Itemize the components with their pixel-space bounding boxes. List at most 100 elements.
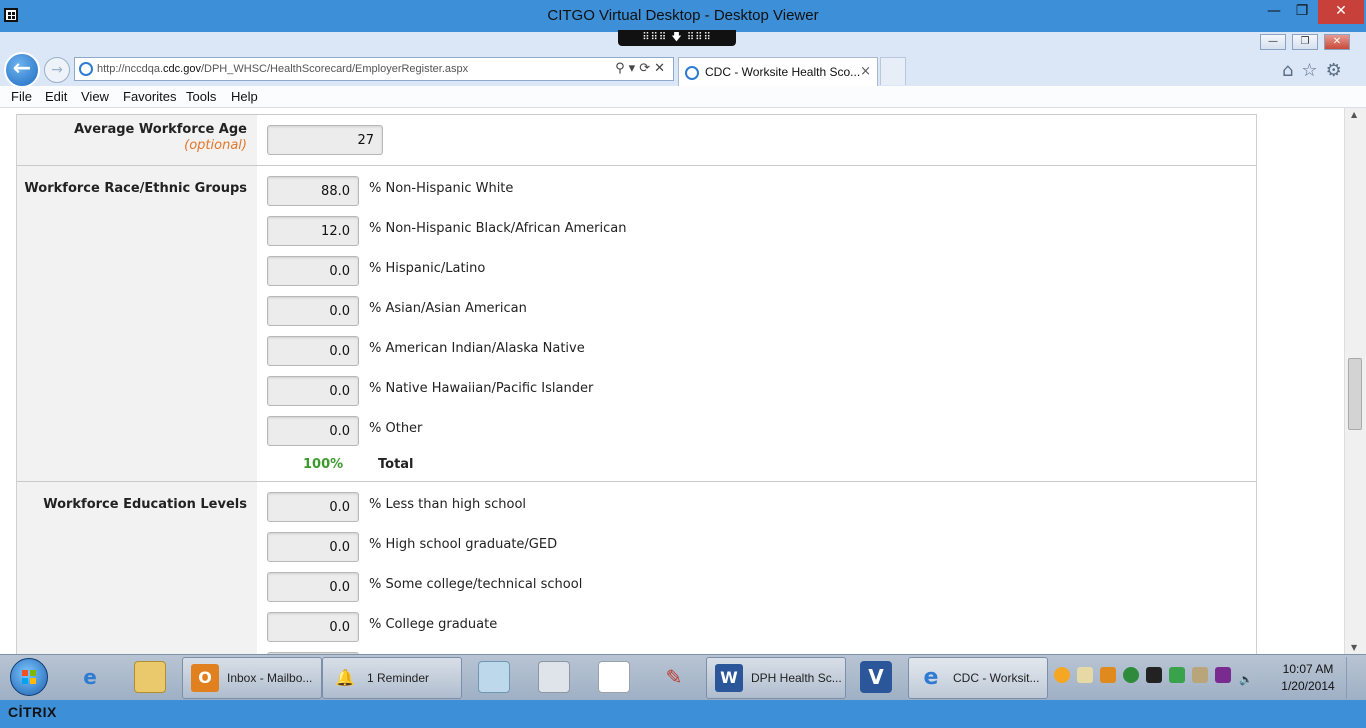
address-bar[interactable]: http://nccdqa.cdc.gov/DPH_WHSC/HealthSco… (74, 57, 674, 81)
menu-edit[interactable]: Edit (45, 89, 67, 104)
race-other-input[interactable]: 0.0 (267, 416, 359, 446)
taskbar-clock[interactable]: 10:07 AM 1/20/2014 (1278, 661, 1338, 695)
ie-page-icon (79, 62, 93, 76)
edu-high-school-input[interactable]: 0.0 (267, 532, 359, 562)
race-asian-input[interactable]: 0.0 (267, 296, 359, 326)
edu-less-than-high-school-label: % Less than high school (369, 497, 527, 512)
race-pacific-islander-input[interactable]: 0.0 (267, 376, 359, 406)
start-button[interactable] (10, 658, 48, 696)
maximize-button[interactable]: ❐ (1288, 0, 1316, 24)
race-hispanic-input[interactable]: 0.0 (267, 256, 359, 286)
page-scrollbar[interactable]: ▲ ▼ (1344, 108, 1366, 654)
window-title: CITGO Virtual Desktop - Desktop Viewer (547, 7, 819, 24)
browser-tab[interactable]: CDC - Worksite Health Sco... × (678, 57, 878, 87)
taskbar-ie-button[interactable]: e CDC - Worksit... (908, 657, 1048, 699)
section-label-cell: Average Workforce Age (optional) (17, 115, 257, 165)
edu-less-than-high-school-input[interactable]: 0.0 (267, 492, 359, 522)
browser-restore-button[interactable]: ❐ (1292, 34, 1318, 50)
menu-bar: File Edit View Favorites Tools Help (0, 86, 1366, 108)
menu-view[interactable]: View (81, 89, 109, 104)
taskbar-word-button[interactable]: W DPH Health Sc... (706, 657, 846, 699)
wifi-tray-icon[interactable] (1146, 667, 1162, 683)
edu-high-school-label: % High school graduate/GED (369, 537, 558, 552)
education-label: Workforce Education Levels (43, 497, 247, 512)
race-white-label: % Non-Hispanic White (369, 181, 514, 196)
volume-icon[interactable]: 🔊 (1238, 672, 1254, 688)
page-content: Average Workforce Age (optional) 27 Work… (0, 108, 1344, 654)
onenote-tray-icon[interactable] (1215, 667, 1231, 683)
menu-favorites[interactable]: Favorites (123, 89, 176, 104)
home-favorites-settings-icons[interactable]: ⌂☆⚙ (1282, 60, 1350, 81)
ie-tab-icon (685, 66, 699, 80)
edu-college-graduate-input[interactable]: 0.0 (267, 612, 359, 642)
outlook-tray-icon[interactable] (1100, 667, 1116, 683)
word-icon: W (715, 664, 743, 692)
new-tab-button[interactable] (880, 57, 906, 85)
scroll-down-arrow-icon[interactable]: ▼ (1351, 643, 1357, 652)
notepad-icon[interactable] (478, 661, 510, 693)
race-total-percent: 100% (303, 457, 344, 472)
visio-icon[interactable]: V (860, 661, 892, 693)
browser-close-button[interactable]: ✕ (1324, 34, 1350, 50)
outlook-icon: O (191, 664, 219, 692)
taskbar-reminder-label: 1 Reminder (367, 671, 430, 685)
taskbar-reminder-button[interactable]: 🔔 1 Reminder (322, 657, 462, 699)
url-text: http://nccdqa.cdc.gov/DPH_WHSC/HealthSco… (97, 63, 469, 75)
sync-tray-icon[interactable] (1123, 667, 1139, 683)
section-average-age: Average Workforce Age (optional) 27 (17, 114, 1256, 166)
clock-date: 1/20/2014 (1281, 679, 1335, 693)
network-tray-icon[interactable] (1192, 667, 1208, 683)
race-pacific-islander-label: % Native Hawaiian/Pacific Islander (369, 381, 594, 396)
citrix-toolbar-grip[interactable]: ⠿⠿⠿ 🡇 ⠿⠿⠿ (618, 30, 736, 46)
average-age-label: Average Workforce Age (74, 122, 247, 137)
race-american-indian-input[interactable]: 0.0 (267, 336, 359, 366)
menu-help[interactable]: Help (231, 89, 258, 104)
ie-task-icon: e (923, 665, 939, 690)
optional-note: (optional) (184, 138, 247, 153)
race-white-input[interactable]: 88.0 (267, 176, 359, 206)
calculator-icon[interactable] (538, 661, 570, 693)
edu-college-graduate-label: % College graduate (369, 617, 498, 632)
section-label-cell: Workforce Education Levels (17, 482, 257, 654)
citrix-title-bar: CITGO Virtual Desktop - Desktop Viewer —… (0, 0, 1366, 32)
scroll-up-arrow-icon[interactable]: ▲ (1351, 110, 1357, 119)
check-tray-icon[interactable] (1169, 667, 1185, 683)
employer-form: Average Workforce Age (optional) 27 Work… (16, 114, 1257, 654)
document-icon[interactable] (598, 661, 630, 693)
menu-tools[interactable]: Tools (186, 89, 216, 104)
close-button[interactable]: ✕ (1318, 0, 1364, 24)
bell-icon: 🔔 (335, 668, 355, 687)
section-education: Workforce Education Levels 0.0 % Less th… (17, 482, 1256, 654)
menu-file[interactable]: File (11, 89, 32, 104)
race-american-indian-label: % American Indian/Alaska Native (369, 341, 585, 356)
clock-time: 10:07 AM (1282, 662, 1334, 676)
explorer-icon[interactable] (134, 661, 166, 693)
taskbar-word-label: DPH Health Sc... (751, 671, 842, 685)
average-age-input[interactable]: 27 (267, 125, 383, 155)
race-black-input[interactable]: 12.0 (267, 216, 359, 246)
edu-some-college-label: % Some college/technical school (369, 577, 583, 592)
address-tools-icons[interactable]: ⚲▾⟳✕ (615, 61, 669, 76)
scroll-thumb[interactable] (1348, 358, 1362, 430)
browser-minimize-button[interactable]: — (1260, 34, 1286, 50)
race-other-label: % Other (369, 421, 423, 436)
ie-icon[interactable]: e (74, 661, 106, 693)
back-button[interactable]: ← (4, 52, 40, 88)
section-label-cell: Workforce Race/Ethnic Groups (17, 166, 257, 481)
tools-icon[interactable]: ✎ (658, 661, 690, 693)
mail-tray-icon[interactable] (1077, 667, 1093, 683)
race-total-label: Total (378, 457, 414, 472)
minimize-button[interactable]: — (1260, 0, 1288, 24)
taskbar-outlook-button[interactable]: O Inbox - Mailbo... (182, 657, 322, 699)
show-desktop-button[interactable] (1346, 657, 1360, 699)
race-ethnic-label: Workforce Race/Ethnic Groups (24, 181, 247, 196)
forward-button[interactable]: → (44, 57, 70, 83)
system-tray: 🔊 (1054, 667, 1261, 687)
edu-some-college-input[interactable]: 0.0 (267, 572, 359, 602)
taskbar-outlook-label: Inbox - Mailbo... (227, 671, 313, 685)
tab-close-icon[interactable]: × (860, 64, 871, 79)
taskbar-ie-label: CDC - Worksit... (953, 671, 1040, 685)
section-race-ethnic: Workforce Race/Ethnic Groups 88.0 % Non-… (17, 166, 1256, 482)
race-asian-label: % Asian/Asian American (369, 301, 527, 316)
update-tray-icon[interactable] (1054, 667, 1070, 683)
